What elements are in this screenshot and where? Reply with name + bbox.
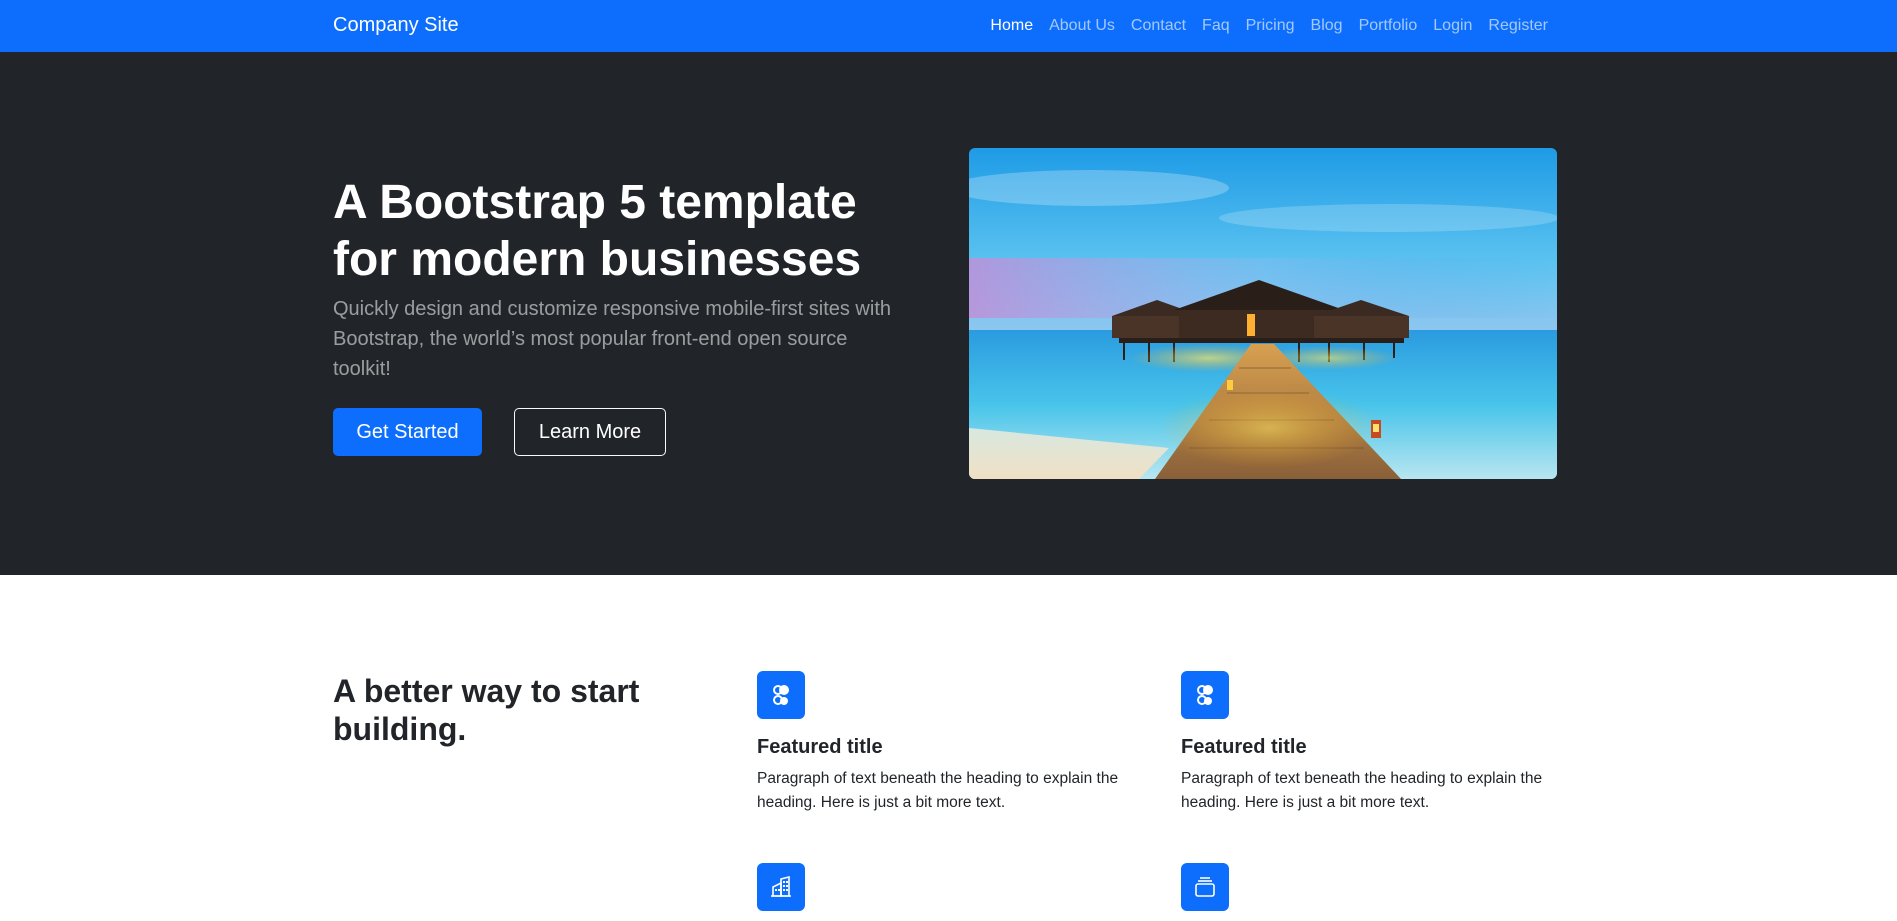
feature-text-2: Paragraph of text beneath the heading to… bbox=[1181, 770, 1543, 811]
hero-title: A Bootstrap 5 template for modern busine… bbox=[333, 176, 862, 286]
hero-lead: Quickly design and customize responsive … bbox=[333, 298, 891, 380]
feature-title-2: Featured title bbox=[1181, 736, 1307, 758]
nav-link-about-us[interactable]: About Us bbox=[1049, 16, 1115, 36]
feature-title-1: Featured title bbox=[757, 736, 883, 758]
features-heading: A better way to start building. bbox=[333, 673, 640, 747]
nav-link-login[interactable]: Login bbox=[1433, 16, 1472, 36]
nav-link-blog[interactable]: Blog bbox=[1311, 16, 1343, 36]
nav-link-faq[interactable]: Faq bbox=[1202, 16, 1230, 36]
feature-text-1: Paragraph of text beneath the heading to… bbox=[757, 770, 1119, 811]
toggles-icon bbox=[1181, 863, 1229, 911]
beach-resort-image bbox=[969, 148, 1557, 479]
nav-link-home[interactable]: Home bbox=[990, 16, 1033, 36]
nav-link-register[interactable]: Register bbox=[1488, 16, 1548, 36]
learn-more-button[interactable]: Learn More bbox=[514, 408, 666, 456]
get-started-button[interactable]: Get Started bbox=[333, 408, 482, 456]
brand-link[interactable]: Company Site bbox=[333, 12, 459, 38]
hero-section: A Bootstrap 5 template for modern busine… bbox=[0, 52, 1897, 575]
nav-link-portfolio[interactable]: Portfolio bbox=[1359, 16, 1418, 36]
building-icon bbox=[757, 863, 805, 911]
nav-link-pricing[interactable]: Pricing bbox=[1246, 16, 1295, 36]
collection-icon bbox=[1181, 671, 1229, 719]
nav-links: Home About Us Contact Faq Pricing Blog P… bbox=[974, 0, 1548, 52]
nav-link-contact[interactable]: Contact bbox=[1131, 16, 1186, 36]
navbar: Company Site Home About Us Contact Faq P… bbox=[0, 0, 1897, 52]
collection-icon bbox=[757, 671, 805, 719]
